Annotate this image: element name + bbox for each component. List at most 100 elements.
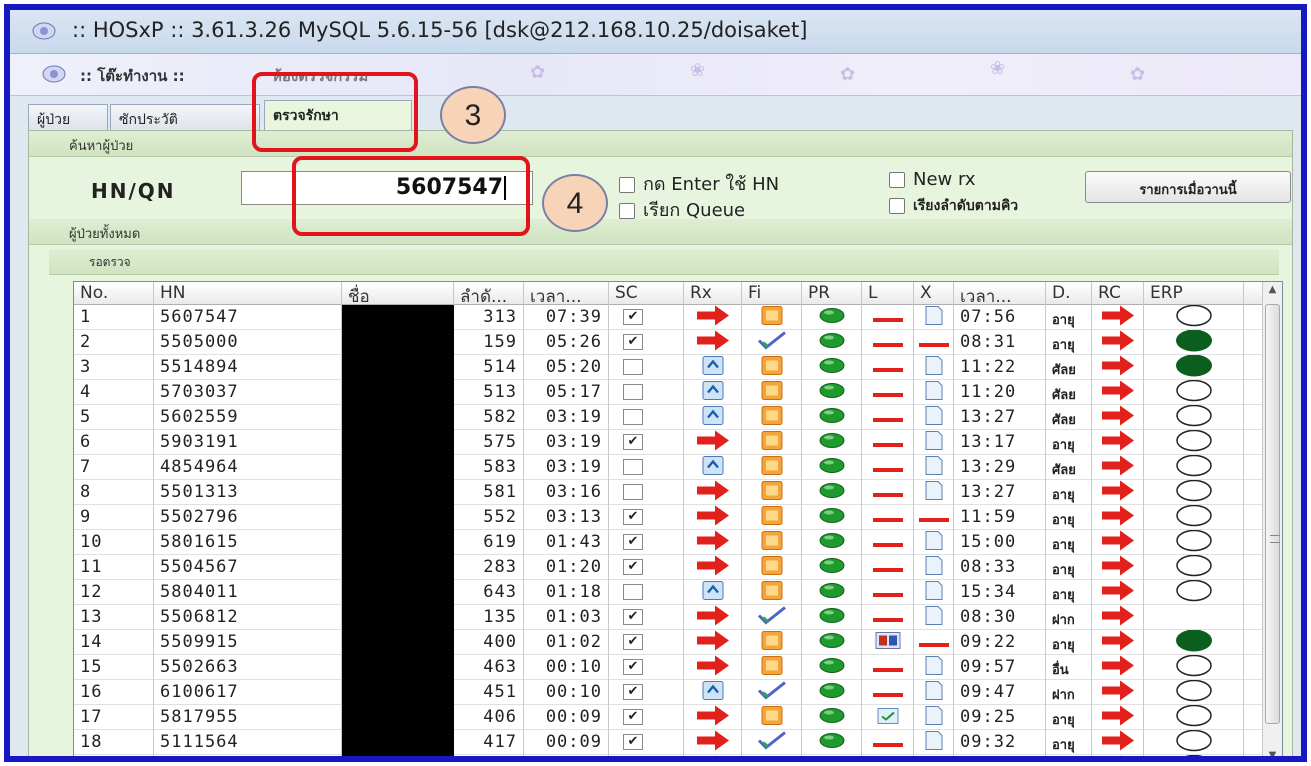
enter-use-hn-option[interactable]: กด Enter ใช้ HN xyxy=(619,169,779,198)
column-header-name[interactable]: ชื่อ xyxy=(342,282,454,305)
document-icon[interactable] xyxy=(924,405,944,430)
form-icon[interactable] xyxy=(761,405,783,430)
table-row[interactable]: 18 5111564 417 00:09 ✔ 09:32 อายุ xyxy=(74,730,1264,755)
column-header-d[interactable]: D. xyxy=(1046,282,1092,305)
column-header-q[interactable]: ลำดั... xyxy=(454,282,524,305)
sc-checkbox[interactable]: ✔ xyxy=(623,434,643,450)
form-icon[interactable] xyxy=(761,655,783,680)
red-arrow-icon[interactable] xyxy=(1101,630,1135,655)
document-icon[interactable] xyxy=(924,480,944,505)
sc-checkbox[interactable]: ✔ xyxy=(623,634,643,650)
sc-checkbox[interactable]: ✔ xyxy=(623,509,643,525)
prescription-icon[interactable] xyxy=(702,580,724,605)
document-icon[interactable] xyxy=(924,530,944,555)
form-icon[interactable] xyxy=(761,455,783,480)
red-arrow-icon[interactable] xyxy=(696,480,730,505)
sc-checkbox[interactable]: ✔ xyxy=(623,734,643,750)
sc-checkbox[interactable]: ✔ xyxy=(623,559,643,575)
table-row[interactable]: 10 5801615 619 01:43 ✔ 15:00 อายุ xyxy=(74,530,1264,555)
red-arrow-icon[interactable] xyxy=(1101,455,1135,480)
form-icon[interactable] xyxy=(761,480,783,505)
sc-checkbox[interactable]: ✔ xyxy=(623,309,643,325)
red-dash-icon[interactable] xyxy=(872,558,903,578)
red-dash-icon[interactable] xyxy=(872,408,903,428)
column-header-time2[interactable]: เวลา... xyxy=(954,282,1046,305)
red-arrow-icon[interactable] xyxy=(1101,480,1135,505)
sc-checkbox[interactable]: ✔ xyxy=(623,759,643,762)
red-dash-icon[interactable] xyxy=(872,458,903,478)
checkmark-icon[interactable] xyxy=(757,730,787,755)
table-row[interactable]: 6 5903191 575 03:19 ✔ 13:17 อายุ xyxy=(74,430,1264,455)
sc-checkbox[interactable]: ✔ xyxy=(623,659,643,675)
red-arrow-icon[interactable] xyxy=(696,430,730,455)
document-icon[interactable] xyxy=(924,755,944,756)
column-header-sc[interactable]: SC xyxy=(609,282,684,305)
red-arrow-icon[interactable] xyxy=(696,530,730,555)
red-arrow-icon[interactable] xyxy=(1101,655,1135,680)
red-dash-icon[interactable] xyxy=(918,508,949,528)
form-icon[interactable] xyxy=(761,530,783,555)
red-arrow-icon[interactable] xyxy=(1101,405,1135,430)
red-dash-icon[interactable] xyxy=(872,358,903,378)
red-arrow-icon[interactable] xyxy=(1101,330,1135,355)
form-icon[interactable] xyxy=(761,380,783,405)
form-icon[interactable] xyxy=(761,505,783,530)
scroll-up-icon[interactable]: ▲ xyxy=(1263,284,1282,302)
new-rx-option[interactable]: New rx xyxy=(889,169,976,190)
sc-checkbox[interactable]: ✔ xyxy=(623,609,643,625)
table-row[interactable]: 9 5502796 552 03:13 ✔ 11:59 อายุ xyxy=(74,505,1264,530)
prescription-icon[interactable] xyxy=(702,405,724,430)
document-icon[interactable] xyxy=(924,380,944,405)
document-icon[interactable] xyxy=(924,580,944,605)
form-icon[interactable] xyxy=(761,630,783,655)
sc-checkbox[interactable]: ✔ xyxy=(623,709,643,725)
red-dash-icon[interactable] xyxy=(872,383,903,403)
sc-checkbox[interactable] xyxy=(623,584,643,600)
document-icon[interactable] xyxy=(924,305,944,330)
red-arrow-icon[interactable] xyxy=(1101,755,1135,756)
red-dash-icon[interactable] xyxy=(872,508,903,528)
document-icon[interactable] xyxy=(924,605,944,630)
red-dash-icon[interactable] xyxy=(872,333,903,353)
form-icon[interactable] xyxy=(761,430,783,455)
column-header-erp[interactable]: ERP xyxy=(1144,282,1244,305)
sc-checkbox[interactable] xyxy=(623,384,643,400)
red-dash-icon[interactable] xyxy=(872,583,903,603)
red-dash-icon[interactable] xyxy=(872,683,903,703)
red-dash-icon[interactable] xyxy=(872,308,903,328)
column-header-rx[interactable]: Rx xyxy=(684,282,742,305)
table-row[interactable]: 16 6100617 451 00:10 ✔ 09:47 ฝาก xyxy=(74,680,1264,705)
red-arrow-icon[interactable] xyxy=(696,630,730,655)
table-row[interactable]: 15 5502663 463 00:10 ✔ 09:57 อื่น xyxy=(74,655,1264,680)
red-dash-icon[interactable] xyxy=(873,758,903,763)
red-arrow-icon[interactable] xyxy=(1101,530,1135,555)
red-arrow-icon[interactable] xyxy=(1101,305,1135,330)
yesterday-list-button[interactable]: รายการเมื่อวานนี้ xyxy=(1085,171,1291,203)
column-header-hn[interactable]: HN xyxy=(154,282,342,305)
red-arrow-icon[interactable] xyxy=(1101,555,1135,580)
table-row[interactable]: 14 5509915 400 01:02 ✔ 09:22 อายุ xyxy=(74,630,1264,655)
prescription-icon[interactable] xyxy=(702,455,724,480)
red-arrow-icon[interactable] xyxy=(696,505,730,530)
column-header-rc[interactable]: RC xyxy=(1092,282,1144,305)
form-icon[interactable] xyxy=(761,305,783,330)
red-dash-icon[interactable] xyxy=(872,433,903,453)
new-rx-checkbox[interactable] xyxy=(889,172,905,188)
checkmark-icon[interactable] xyxy=(757,680,787,705)
red-arrow-icon[interactable] xyxy=(1101,680,1135,705)
sc-checkbox[interactable] xyxy=(623,359,643,375)
table-row[interactable]: 3 5514894 514 05:20 11:22 ศัลย xyxy=(74,355,1264,380)
checkmark-icon[interactable] xyxy=(757,330,787,355)
note-icon[interactable] xyxy=(876,705,900,730)
enter-use-hn-checkbox[interactable] xyxy=(619,177,635,193)
column-header-fi[interactable]: Fi xyxy=(742,282,802,305)
red-arrow-icon[interactable] xyxy=(696,705,730,730)
scroll-down-icon[interactable]: ▼ xyxy=(1263,750,1282,756)
table-row[interactable]: 1 5607547 313 07:39 ✔ 07:56 อายุ xyxy=(74,305,1264,330)
red-arrow-icon[interactable] xyxy=(696,605,730,630)
tab-history[interactable]: ซักประวัติ xyxy=(110,104,260,130)
prescription-icon[interactable] xyxy=(702,680,724,705)
red-dash-icon[interactable] xyxy=(872,483,903,503)
red-arrow-icon[interactable] xyxy=(1101,580,1135,605)
red-arrow-icon[interactable] xyxy=(1101,430,1135,455)
